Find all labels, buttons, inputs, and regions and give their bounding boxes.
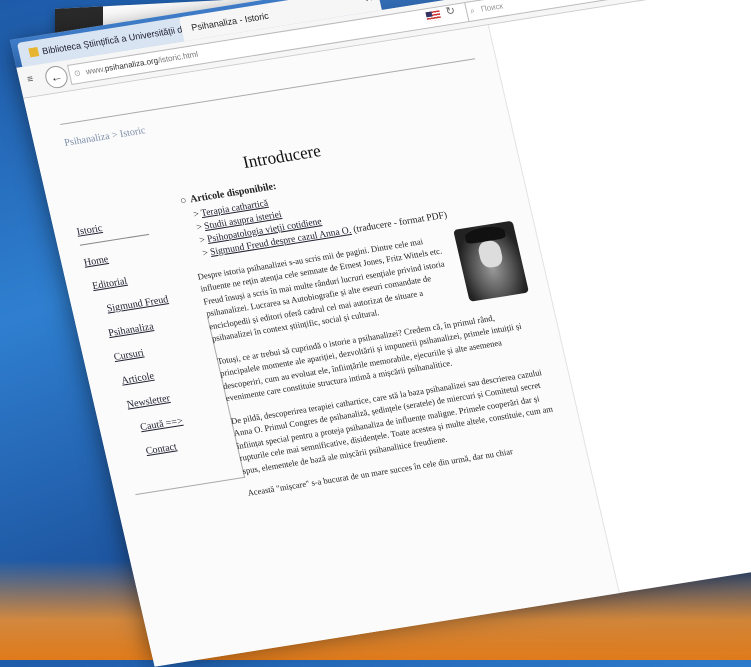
sidebar-item-editorial[interactable]: Editorial [91, 267, 181, 292]
favicon-icon [28, 47, 40, 58]
sidebar-item-cursuri[interactable]: Cursuri [113, 339, 198, 363]
sidebar-item-psihanaliza[interactable]: Psihanaliza [107, 315, 192, 339]
sidebar-current[interactable]: Istoric [76, 212, 169, 238]
sidebar-item-cauta[interactable]: Caută ==> [139, 411, 215, 434]
lock-icon: ⊙ [73, 68, 82, 79]
sidebar-item-newsletter[interactable]: Newsletter [126, 387, 210, 411]
search-icon: ⌕ [469, 5, 476, 16]
page-viewport: Psihanaliza > Istoric Introducere Istori… [23, 0, 751, 667]
sidebar-item-articole[interactable]: Articole [120, 363, 204, 387]
back-button[interactable]: ← [43, 64, 70, 90]
sidebar-item-home[interactable]: Home [83, 243, 176, 269]
page-title: Introducere [240, 140, 323, 173]
portrait-face [476, 238, 505, 269]
breadcrumb[interactable]: Psihanaliza > Istoric [63, 125, 146, 149]
url-path: /istoric.html [156, 49, 199, 65]
circle-bullet-icon: ○ [179, 195, 188, 207]
search-placeholder: Поиск [479, 1, 504, 14]
sidebar-item-sigmund-freud[interactable]: Sigmund Freud [106, 291, 188, 315]
url-domain: psihanaliza.org [103, 55, 160, 74]
back-icon: ← [48, 69, 64, 85]
sidebar-item-contact[interactable]: Contact [145, 435, 221, 457]
menu-icon[interactable]: ≡ [26, 74, 34, 86]
url-prefix: www. [84, 64, 106, 77]
